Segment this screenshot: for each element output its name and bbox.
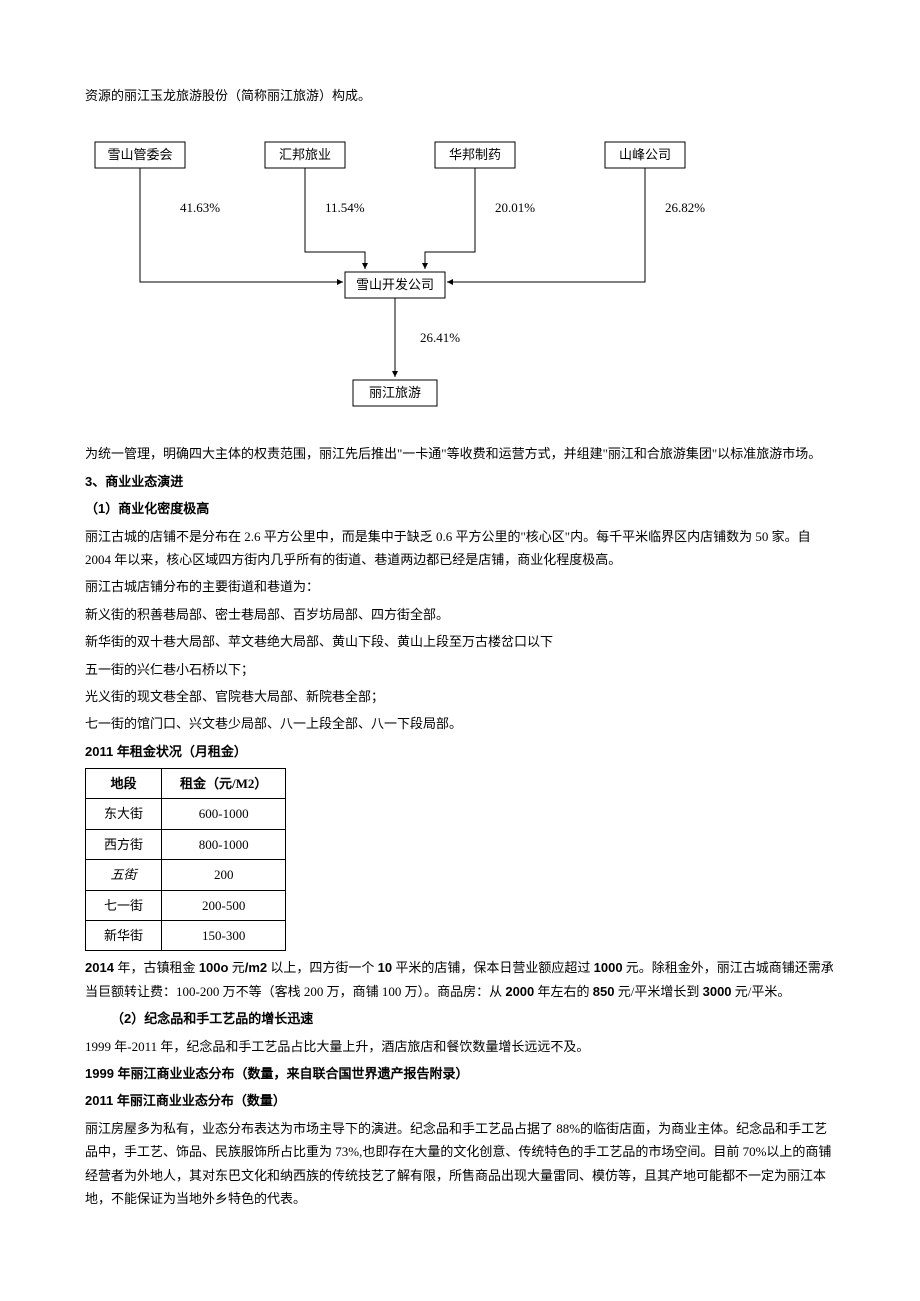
t: 元 — [228, 960, 244, 975]
pct-3: 26.82% — [665, 200, 705, 215]
cell: 五街 — [86, 860, 162, 890]
b: 100o — [199, 960, 229, 975]
node-mid: 雪山开发公司 — [356, 277, 434, 292]
rent-table: 地段 租金（元/M2） 东大街600-1000 西方街800-1000 五街20… — [85, 768, 286, 951]
b: /m2 — [245, 960, 267, 975]
cell: 西方街 — [86, 829, 162, 859]
node-bot: 丽江旅游 — [369, 385, 421, 400]
th-1: 租金（元/M2） — [162, 769, 286, 799]
cell: 150-300 — [162, 921, 286, 951]
para2: 丽江古城店铺分布的主要街道和巷道为： — [85, 575, 835, 598]
t: 以上，四方街一个 — [267, 960, 378, 975]
node-top-2: 华邦制药 — [449, 147, 501, 162]
ownership-diagram: 雪山管委会 汇邦旅业 华邦制药 山峰公司 41.63% 11.54% 20.01… — [85, 137, 745, 427]
street-4: 七一街的馆门口、兴文巷少局部、八一上段全部、八一下段局部。 — [85, 712, 835, 735]
table-row: 西方街800-1000 — [86, 829, 286, 859]
pct-mid: 26.41% — [420, 330, 460, 345]
cell: 200 — [162, 860, 286, 890]
table-row: 地段 租金（元/M2） — [86, 769, 286, 799]
th-0: 地段 — [86, 769, 162, 799]
cell: 七一街 — [86, 890, 162, 920]
b: 1000 — [594, 960, 623, 975]
para7: 2011 年丽江商业业态分布（数量） — [85, 1089, 835, 1112]
para8: 丽江房屋多为私有，业态分布表达为市场主导下的演进。纪念品和手工艺品占据了 88%… — [85, 1117, 835, 1211]
t: 年左右的 — [534, 984, 593, 999]
h3-2: （2）纪念品和手工艺品的增长迅速 — [85, 1007, 835, 1030]
diagram-svg: 雪山管委会 汇邦旅业 华邦制药 山峰公司 41.63% 11.54% 20.01… — [85, 137, 745, 427]
rent-heading: 2011 年租金状况（月租金） — [85, 740, 835, 763]
table-row: 新华街150-300 — [86, 921, 286, 951]
b: 3000 — [703, 984, 732, 999]
para5: 1999 年-2011 年，纪念品和手工艺品占比大量上升，酒店旅店和餐饮数量增长… — [85, 1035, 835, 1058]
street-2: 五一街的兴仁巷小石桥以下； — [85, 658, 835, 681]
h3-1: （1）商业化密度极高 — [85, 497, 835, 520]
intro-text: 资源的丽江玉龙旅游股份（简称丽江旅游）构成。 — [85, 84, 835, 107]
t: 元/平米增长到 — [614, 984, 702, 999]
street-1: 新华街的双十巷大局部、苹文巷绝大局部、黄山下段、黄山上段至万古楼岔口以下 — [85, 630, 835, 653]
para6: 1999 年丽江商业业态分布（数量，来自联合国世界遗产报告附录） — [85, 1062, 835, 1085]
cell: 200-500 — [162, 890, 286, 920]
node-top-3: 山峰公司 — [619, 147, 671, 162]
cell: 600-1000 — [162, 799, 286, 829]
t: 平米的店铺，保本日营业额应超过 — [392, 960, 594, 975]
para-2014: 2014 年，古镇租金 100o 元/m2 以上，四方街一个 10 平米的店铺，… — [85, 956, 835, 1003]
rent-heading-text: 2011 年租金状况（月租金） — [85, 744, 247, 759]
cell: 新华街 — [86, 921, 162, 951]
b: 2000 — [505, 984, 534, 999]
t: 元/平米。 — [732, 984, 791, 999]
para1: 丽江古城的店铺不是分布在 2.6 平方公里中，而是集中于缺乏 0.6 平方公里的… — [85, 525, 835, 572]
b-2014: 2014 — [85, 960, 118, 975]
pct-1: 11.54% — [325, 200, 365, 215]
h3: 3、商业业态演进 — [85, 470, 835, 493]
b: 850 — [593, 984, 615, 999]
pct-2: 20.01% — [495, 200, 535, 215]
node-top-1: 汇邦旅业 — [279, 147, 331, 162]
table-row: 七一街200-500 — [86, 890, 286, 920]
pct-0: 41.63% — [180, 200, 220, 215]
para-after-diagram: 为统一管理，明确四大主体的权责范围，丽江先后推出"一卡通"等收费和运营方式，并组… — [85, 442, 835, 465]
street-3: 光义街的现文巷全部、官院巷大局部、新院巷全部； — [85, 685, 835, 708]
cell: 800-1000 — [162, 829, 286, 859]
t: 年，古镇租金 — [118, 960, 199, 975]
table-row: 东大街600-1000 — [86, 799, 286, 829]
table-row: 五街200 — [86, 860, 286, 890]
cell: 东大街 — [86, 799, 162, 829]
street-0: 新义街的积善巷局部、密士巷局部、百岁坊局部、四方街全部。 — [85, 603, 835, 626]
b: 10 — [378, 960, 392, 975]
node-top-0: 雪山管委会 — [107, 147, 172, 162]
